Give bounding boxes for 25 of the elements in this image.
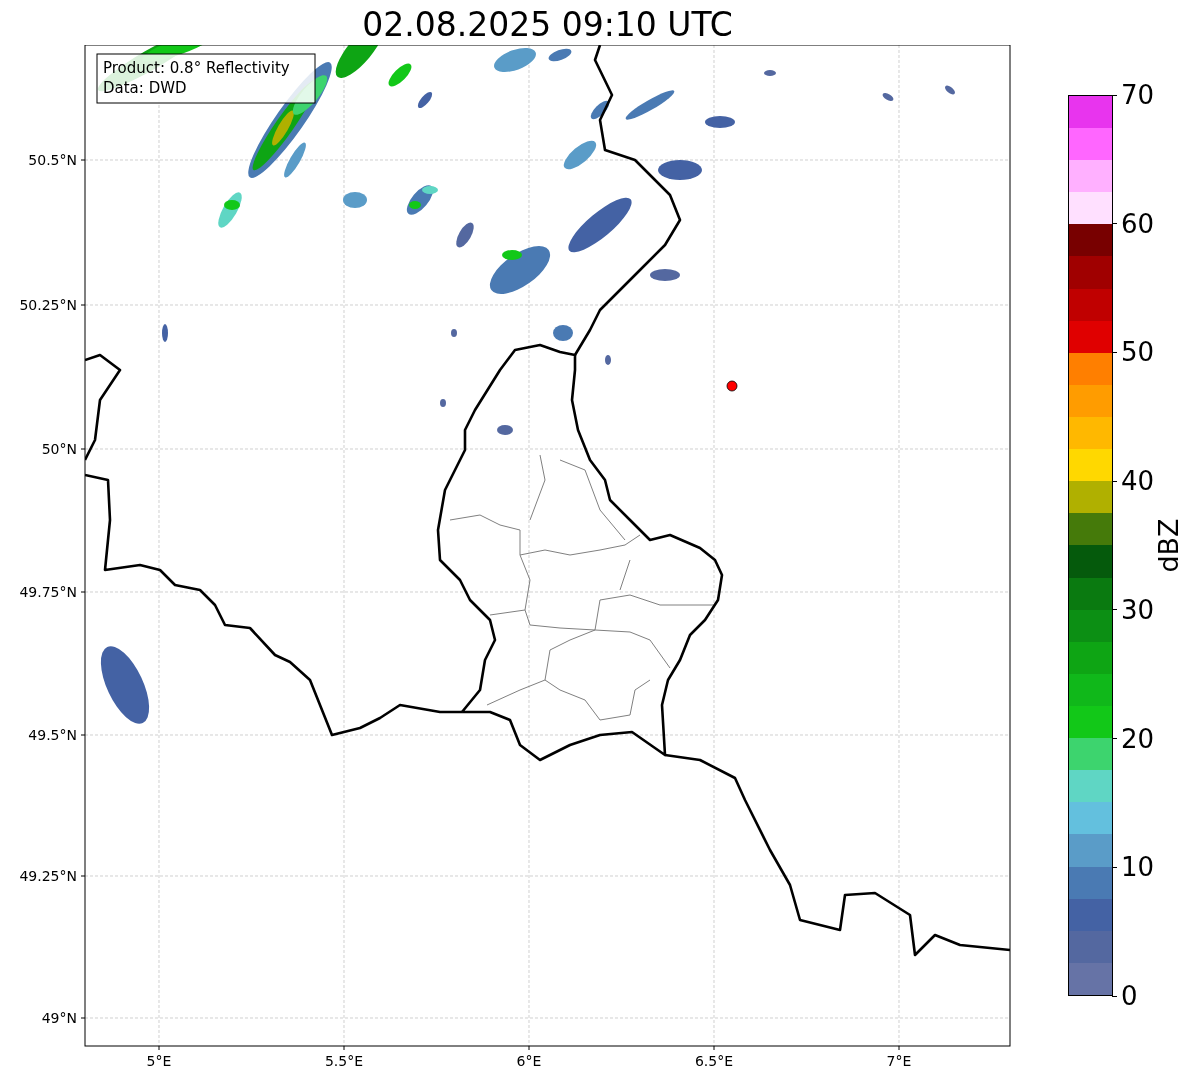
longitude-label: 6°E [516, 1053, 542, 1069]
colorbar-label: dBZ [1152, 518, 1184, 573]
colorbar-tick-label: 70 [1121, 80, 1155, 110]
radar-site-marker [726, 380, 738, 392]
colorbar-tick-label: 40 [1121, 466, 1155, 497]
legend-text: Data: DWD [103, 79, 187, 97]
colorbar-tick-label: 20 [1121, 723, 1155, 754]
latitude-label: 49.75°N [19, 584, 77, 600]
latitude-label: 49.25°N [19, 868, 77, 884]
longitude-label: 7°E [886, 1053, 912, 1069]
latitude-label: 50°N [41, 441, 77, 457]
latitude-label: 49°N [41, 1010, 77, 1026]
latitude-label: 49.5°N [28, 727, 77, 743]
colorbar-tick-label: 50 [1121, 337, 1155, 368]
longitude-label: 5.5°E [324, 1053, 364, 1069]
colorbar-tick-label: 0 [1121, 981, 1138, 1011]
legend-text: Product: 0.8° Reflectivity [103, 59, 290, 77]
latitude-label: 50.5°N [28, 152, 77, 168]
longitude-label: 6.5°E [694, 1053, 734, 1069]
longitude-label: 5°E [146, 1053, 172, 1069]
latitude-label: 50.25°N [19, 297, 77, 313]
colorbar-tick-label: 10 [1121, 852, 1155, 883]
map-title: 02.08.2025 09:10 UTC [361, 4, 734, 45]
colorbar-tick-label: 60 [1121, 208, 1155, 239]
colorbar-tick-label: 30 [1121, 594, 1155, 625]
